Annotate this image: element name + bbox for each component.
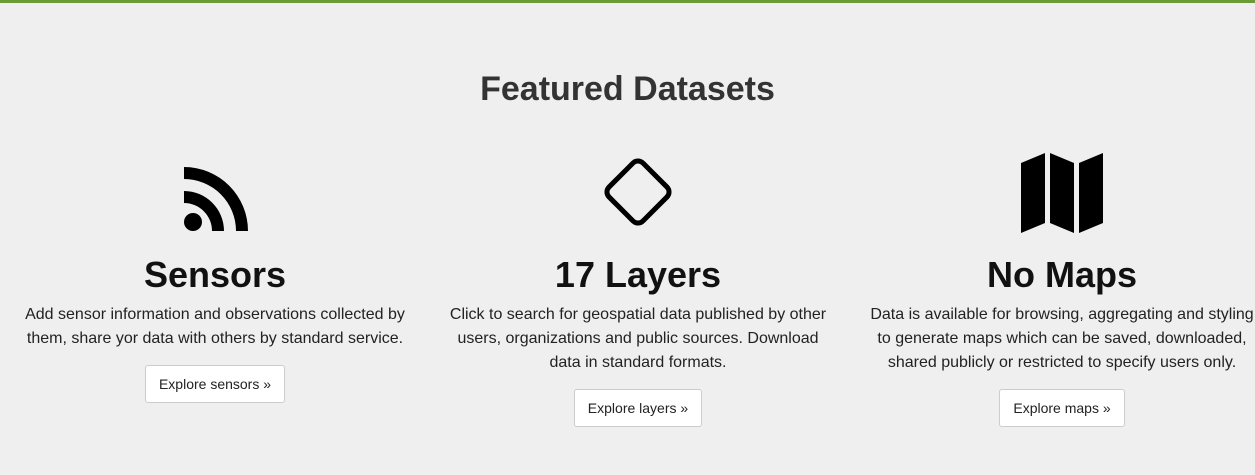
sensors-column: Sensors Add sensor information and obser… <box>15 143 415 403</box>
sensors-description: Add sensor information and observations … <box>25 306 405 347</box>
map-icon <box>862 143 1255 233</box>
featured-datasets-section: Featured Datasets Sensors Add sensor inf… <box>0 0 1255 475</box>
layers-description: Click to search for geospatial data publ… <box>449 306 827 371</box>
layers-title: 17 Layers <box>554 254 722 295</box>
diamond-icon <box>438 143 838 233</box>
explore-layers-button[interactable]: Explore layers » <box>573 389 703 427</box>
explore-sensors-button[interactable]: Explore sensors » <box>144 365 286 403</box>
explore-maps-button[interactable]: Explore maps » <box>999 389 1125 427</box>
rss-icon <box>15 143 415 233</box>
layers-column: 17 Layers Click to search for geospatial… <box>438 143 838 427</box>
sensors-title: Sensors <box>143 254 287 295</box>
maps-description: Data is available for browsing, aggregat… <box>870 306 1254 371</box>
section-title: Featured Datasets <box>480 70 775 108</box>
maps-column: No Maps Data is available for browsing, … <box>862 143 1255 427</box>
maps-title: No Maps <box>986 254 1137 295</box>
